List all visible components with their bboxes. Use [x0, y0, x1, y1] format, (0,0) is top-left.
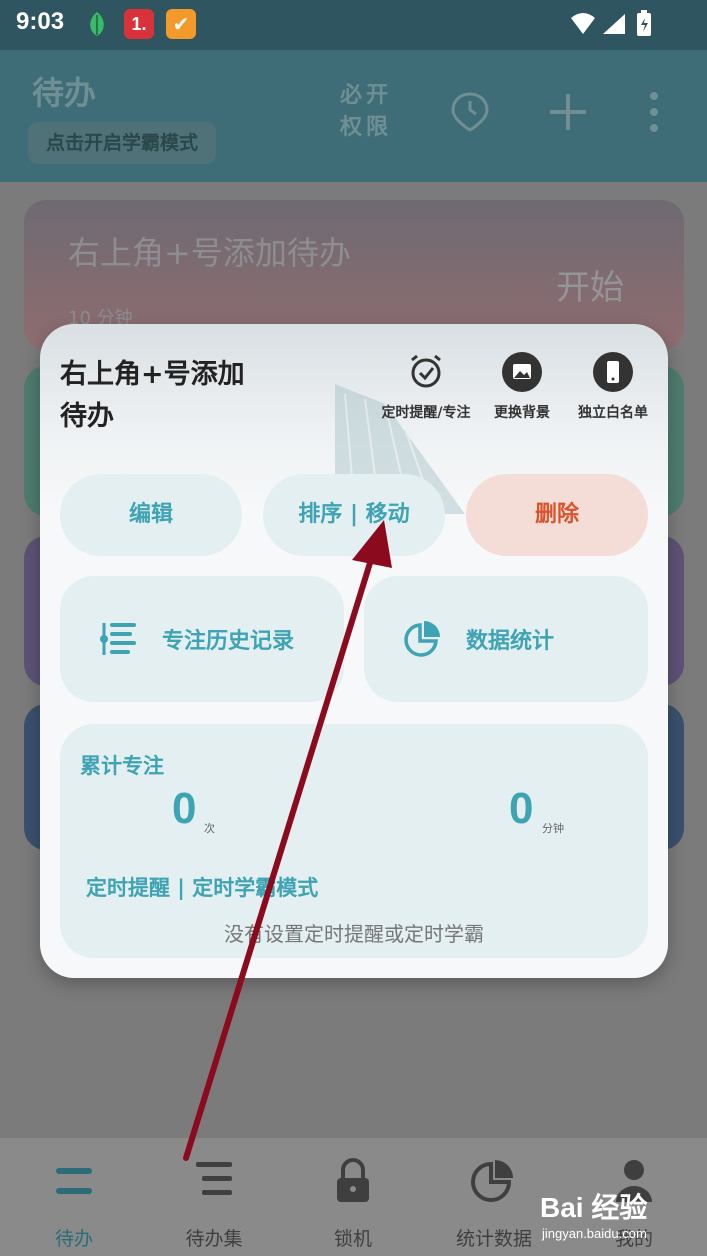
nav-item-todo[interactable]: 待办: [14, 1156, 134, 1251]
summary-heading: 累计专注: [80, 754, 164, 778]
whitelist-button[interactable]: 独立白名单: [570, 352, 656, 422]
lock-icon: [293, 1156, 413, 1206]
wifi-icon: [571, 13, 595, 34]
page-title: 待办: [32, 74, 97, 112]
timer-focus-label: 定时提醒/专注: [381, 405, 471, 421]
nav-item-lock[interactable]: 锁机: [293, 1156, 413, 1251]
reminder-heading[interactable]: 定时提醒 | 定时学霸模式: [86, 872, 318, 902]
data-stats-label: 数据统计: [466, 629, 555, 654]
nav-label-lock: 锁机: [333, 1228, 372, 1250]
delete-button[interactable]: 删除: [466, 474, 648, 556]
nav-label-stats: 统计数据: [455, 1228, 532, 1250]
whitelist-label: 独立白名单: [578, 405, 648, 421]
watermark-url: jingyan.baidu.com: [542, 1226, 647, 1241]
permission-button[interactable]: 必开 权限: [340, 80, 392, 144]
permission-line1: 必开: [340, 83, 393, 108]
alarm-clock-icon: [406, 352, 446, 392]
nav-item-todo-set[interactable]: 待办集: [154, 1156, 274, 1251]
timer-focus-button[interactable]: 定时提醒/专注: [376, 352, 476, 422]
signal-icon: [603, 14, 625, 34]
focus-summary-panel: 累计专注 0 次 0 分钟 定时提醒 | 定时学霸模式 没有设置定时提醒或定时学…: [60, 724, 648, 958]
data-stats-button[interactable]: 数据统计: [364, 576, 648, 702]
image-icon: [502, 352, 542, 392]
todo-set-icon: [154, 1156, 274, 1206]
clock-icon[interactable]: [448, 90, 492, 134]
permission-line2: 权限: [340, 115, 393, 140]
baidu-watermark: Bai 经验 jingyan.baidu.com: [540, 1186, 647, 1241]
pie-chart-icon: [404, 621, 440, 657]
focus-count-unit: 次: [204, 822, 215, 835]
phone-icon: [593, 352, 633, 392]
more-icon[interactable]: [634, 90, 674, 134]
focus-minutes-unit: 分钟: [542, 822, 564, 835]
status-indicators: [569, 10, 659, 44]
dialog-title-line2: 待办: [60, 401, 114, 432]
status-bar: 9:03 1. ✔: [0, 0, 707, 50]
focus-count-value: 0: [172, 784, 197, 833]
history-list-icon: [100, 623, 136, 655]
reminder-empty-text: 没有设置定时提醒或定时学霸: [224, 922, 484, 946]
add-icon[interactable]: [546, 90, 590, 134]
change-background-button[interactable]: 更换背景: [486, 352, 558, 422]
todo-card-title: 右上角+号添加待办: [68, 234, 351, 272]
dialog-title-line1: 右上角+号添加: [60, 359, 245, 390]
app-badge-icon: 1.: [124, 9, 154, 39]
battery-icon: [637, 10, 651, 36]
nav-item-stats[interactable]: 统计数据: [434, 1156, 554, 1251]
leaf-app-icon: [82, 9, 112, 39]
nav-label-todo: 待办: [54, 1228, 93, 1250]
focus-minutes-value: 0: [509, 784, 534, 833]
status-time: 9:03: [16, 8, 65, 35]
nav-label-todo-set: 待办集: [185, 1228, 243, 1250]
focus-history-label: 专注历史记录: [162, 629, 295, 654]
focus-history-button[interactable]: 专注历史记录: [60, 576, 344, 702]
todo-icon: [14, 1156, 134, 1206]
study-mode-button[interactable]: 点击开启学霸模式: [28, 122, 216, 164]
watermark-brand: Bai 经验: [540, 1192, 648, 1223]
todo-options-dialog: 右上角+号添加 待办 定时提醒/专注 更换背景 独立白名单 编辑 排序 | 移动…: [40, 324, 668, 978]
edit-button[interactable]: 编辑: [60, 474, 242, 556]
change-background-label: 更换背景: [494, 405, 550, 421]
sort-move-button[interactable]: 排序 | 移动: [263, 474, 445, 556]
dialog-title: 右上角+号添加 待办: [60, 354, 290, 438]
todo-start-button[interactable]: 开始: [556, 260, 624, 309]
pie-chart-icon: [434, 1156, 554, 1206]
check-app-icon: ✔: [166, 9, 196, 39]
app-header: 待办 点击开启学霸模式 必开 权限: [0, 50, 707, 182]
